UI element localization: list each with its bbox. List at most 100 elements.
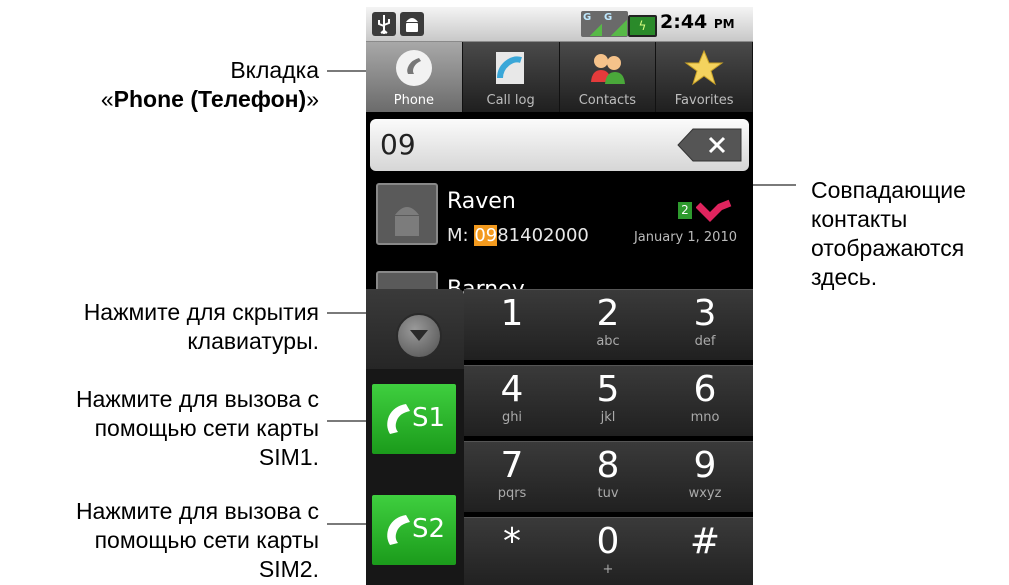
sim-badge: 2	[678, 202, 692, 219]
dialpad-key[interactable]: 0 +	[560, 518, 656, 585]
handset-icon	[387, 515, 410, 545]
key-digit: 1	[500, 293, 524, 334]
usb-icon	[372, 12, 396, 36]
tab-label: Call log	[486, 93, 535, 108]
annotation-text: контакты	[811, 206, 908, 232]
tab-label: Contacts	[578, 93, 637, 108]
dialed-number: 09	[380, 128, 416, 161]
sim-label: S2	[412, 514, 446, 544]
annotation-phone-tab: Вкладка «Phone (Телефон)»	[101, 56, 319, 114]
call-sim2-button[interactable]: S2	[372, 495, 456, 565]
key-digit: 7	[500, 445, 524, 486]
contacts-icon	[591, 54, 626, 84]
key-digit: 2	[596, 293, 620, 334]
key-letters: ghi	[501, 410, 523, 425]
sim-label: S1	[412, 403, 446, 433]
dialed-number-field[interactable]: 09	[370, 119, 749, 171]
key-digit: #	[689, 521, 721, 562]
number-prefix: M:	[447, 225, 475, 246]
keypad-row: 4 ghi 5 jkl 6 mno	[464, 365, 753, 436]
annotation-text: помощью сети карты	[94, 415, 319, 441]
annotation-matching-contacts: Совпадающие контакты отображаются здесь.	[811, 176, 966, 292]
key-digit: 9	[693, 445, 717, 486]
contact-number: M: 0981402000	[447, 225, 589, 246]
dialpad-key[interactable]: 3 def	[657, 290, 753, 360]
keypad-row: 1 2 abc 3 def	[464, 289, 753, 360]
key-letters: mno	[690, 410, 720, 425]
dialpad-key[interactable]: 6 mno	[657, 366, 753, 436]
dialpad-key[interactable]: 7 pqrs	[464, 442, 560, 512]
tab-call-log[interactable]: Call log	[462, 42, 560, 112]
contact-name: Raven	[447, 189, 516, 214]
annotation-sim1-call: Нажмите для вызова с помощью сети карты …	[76, 385, 319, 472]
annotation-text: Нажмите для вызова с	[75, 386, 319, 412]
call-sim1-button[interactable]: S1	[372, 384, 456, 454]
annotation-text: Вкладка	[230, 57, 319, 83]
hide-keyboard-panel	[366, 289, 464, 369]
dialpad-key[interactable]: 9 wxyz	[657, 442, 753, 512]
call-buttons-column: S1 S2	[366, 369, 464, 585]
phone-icon	[395, 50, 432, 86]
annotation-text: Нажмите для скрытия	[83, 299, 319, 325]
clock-time: 2:44	[660, 11, 708, 33]
status-clock: 2:44 PM	[660, 11, 735, 33]
dialpad-key[interactable]: *	[464, 518, 560, 585]
number-match-highlight: 09	[474, 225, 498, 246]
key-letters: pqrs	[497, 486, 527, 501]
annotation-text: »	[306, 86, 319, 112]
clock-ampm: PM	[713, 17, 735, 31]
dialpad-key[interactable]: 5 jkl	[560, 366, 656, 436]
contact-row[interactable]: Raven M: 0981402000 2 January 1, 2010	[366, 175, 753, 270]
keypad-row: 7 pqrs 8 tuv 9 wxyz	[464, 441, 753, 512]
annotation-hide-keyboard: Нажмите для скрытия клавиатуры.	[84, 298, 319, 356]
annotation-text: SIM1.	[258, 444, 319, 470]
dialpad: S1 S2 1 2 abc 3 def 4 ghi 5 jkl 6 mno 7 pqrs 8 tuv 9 wxy…	[366, 289, 753, 585]
tab-phone[interactable]: Phone	[366, 42, 463, 112]
annotation-text: «Phone (Телефон)»	[101, 85, 319, 114]
phone-screen: G G ϟ 2:44 PM Phone Call log Contacts Fa…	[366, 7, 753, 585]
key-letters: def	[694, 334, 716, 349]
key-digit: 8	[596, 445, 620, 486]
sim2-signal-icon: G	[602, 11, 628, 37]
contact-date: January 1, 2010	[633, 230, 737, 245]
key-letters: wxyz	[688, 486, 722, 501]
dialpad-key[interactable]: 8 tuv	[560, 442, 656, 512]
annotation-bold-text: Phone (Телефон)	[113, 86, 307, 112]
annotation-text: помощью сети карты	[94, 527, 319, 553]
dialpad-key[interactable]: #	[657, 518, 753, 585]
contact-avatar	[376, 183, 438, 245]
tab-label: Phone	[393, 93, 435, 108]
keypad-grid: 1 2 abc 3 def 4 ghi 5 jkl 6 mno 7 pqrs 8 tuv 9 wxyz * 0 + #	[464, 289, 753, 585]
key-digit: 5	[596, 369, 620, 410]
tab-contacts[interactable]: Contacts	[559, 42, 657, 112]
key-digit: *	[503, 521, 521, 562]
tab-label: Favorites	[674, 93, 734, 108]
dialpad-key[interactable]: 1	[464, 290, 560, 360]
android-debug-icon	[400, 12, 424, 36]
tab-favorites[interactable]: Favorites	[656, 42, 753, 112]
hide-keyboard-button[interactable]	[396, 313, 442, 359]
key-letters: abc	[596, 334, 620, 349]
number-rest: 81402000	[497, 225, 589, 246]
dialpad-key[interactable]: 2 abc	[560, 290, 656, 360]
annotation-text: здесь.	[811, 264, 878, 290]
annotation-text: «	[100, 86, 114, 112]
handset-icon	[387, 404, 410, 434]
dialpad-key[interactable]: 4 ghi	[464, 366, 560, 436]
key-letters: jkl	[600, 410, 616, 425]
status-bar: G G ϟ 2:44 PM	[366, 7, 753, 42]
tab-bar: Phone Call log Contacts Favorites	[366, 42, 753, 112]
annotation-text: Нажмите для вызова с	[75, 498, 319, 524]
key-digit: 6	[693, 369, 717, 410]
annotation-text: отображаются	[811, 235, 965, 261]
battery-charging-icon: ϟ	[628, 15, 657, 37]
call-log-icon	[495, 52, 524, 84]
keypad-row: * 0 + #	[464, 517, 753, 585]
backspace-icon[interactable]	[677, 128, 743, 162]
key-letters: +	[602, 562, 614, 577]
favorites-star-icon	[684, 49, 724, 86]
key-digit: 0	[596, 521, 620, 562]
annotation-text: SIM2.	[258, 556, 319, 582]
leader-line	[327, 70, 371, 72]
annotation-text: клавиатуры.	[187, 328, 319, 354]
